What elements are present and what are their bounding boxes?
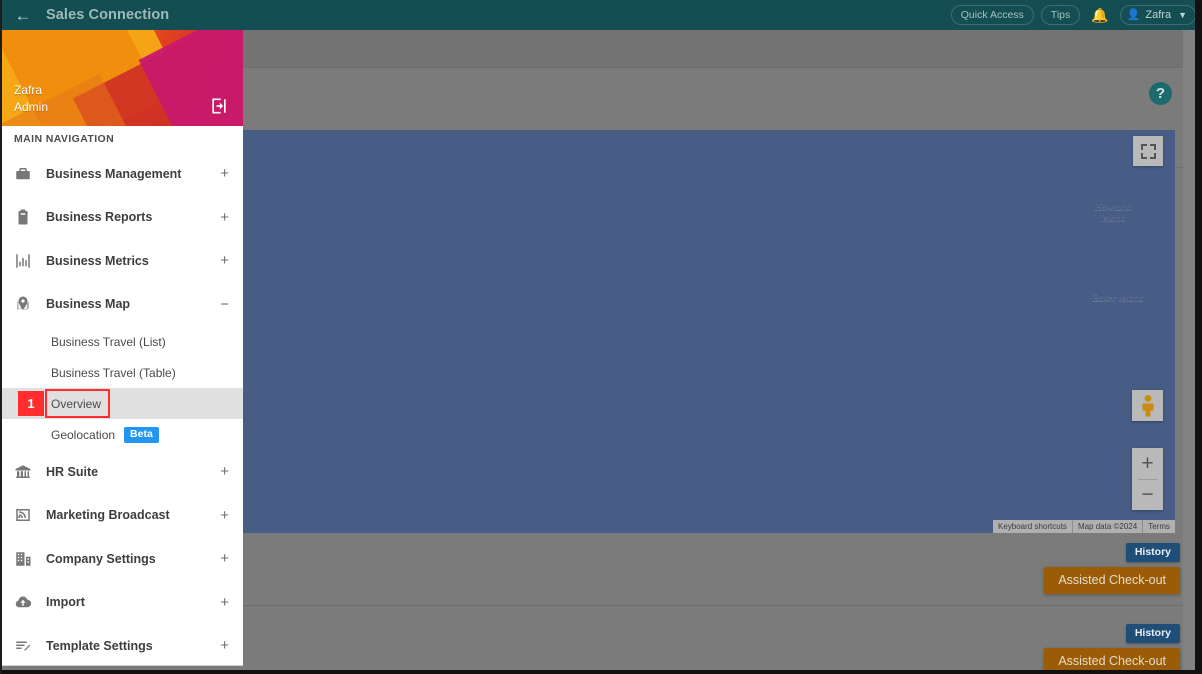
expand-toggle[interactable]: + — [220, 253, 229, 268]
window-frame-left — [0, 0, 2, 674]
sidebar-subitem-business-travel-table[interactable]: Business Travel (Table) — [0, 357, 243, 388]
sidebar-item-label: Business Management — [46, 166, 182, 181]
sidebar-user-info: Zafra Admin — [14, 82, 48, 116]
expand-toggle[interactable]: + — [220, 508, 229, 523]
page-scrollbar[interactable] — [1183, 30, 1195, 674]
map-data-text: Map data ©2024 — [1071, 520, 1142, 533]
sidebar-item-label: Marketing Broadcast — [46, 508, 170, 523]
chevron-down-icon: ▼ — [1178, 9, 1187, 20]
terms-link[interactable]: Terms — [1142, 520, 1175, 533]
collapse-toggle[interactable]: − — [220, 297, 229, 312]
expand-toggle[interactable]: + — [220, 166, 229, 181]
broadcast-icon — [14, 504, 38, 526]
sidebar-profile-header: Zafra Admin — [0, 30, 243, 126]
window-frame-bottom — [0, 670, 1202, 674]
list-edit-icon — [14, 635, 38, 657]
map-label-baker-island: Baker Island — [1092, 293, 1144, 304]
annotation-step-number: 1 — [18, 391, 44, 416]
sidebar-subitem-label: Overview — [51, 396, 102, 411]
sidebar-item-marketing-broadcast[interactable]: Marketing Broadcast + — [0, 493, 243, 537]
map-panel[interactable]: Howland Island Baker Island + − Keyboard… — [243, 130, 1175, 533]
sidebar-subitem-label: Business Travel (List) — [51, 334, 166, 349]
zoom-in-button[interactable]: + — [1132, 448, 1163, 479]
sidebar-item-business-map[interactable]: Business Map − — [0, 282, 243, 326]
logout-glyph — [212, 98, 226, 114]
sidebar-subitem-label: Geolocation — [51, 427, 116, 442]
nav-section-title: MAIN NAVIGATION — [0, 126, 243, 152]
map-pin-icon — [14, 293, 38, 315]
sidebar-item-template-settings[interactable]: Template Settings + — [0, 624, 243, 665]
map-label-howland-island: Howland Island — [1094, 202, 1132, 224]
user-menu-button[interactable]: 👤 Zafra ▼ — [1119, 5, 1196, 25]
sidebar-item-label: HR Suite — [46, 464, 99, 479]
expand-toggle[interactable]: + — [220, 551, 229, 566]
building-icon — [14, 548, 38, 570]
sidebar-drawer: Zafra Admin MAIN NAVIGATION Business Man… — [0, 30, 243, 666]
sidebar-subitem-label: Business Travel (Table) — [51, 365, 176, 380]
record-row-actions-2: History Assisted Check-out — [1044, 623, 1180, 674]
history-button[interactable]: History — [1125, 543, 1180, 562]
divider — [1138, 479, 1157, 480]
expand-toggle[interactable]: + — [220, 638, 229, 653]
map-attribution-bar: Keyboard shortcuts Map data ©2024 Terms — [993, 520, 1175, 533]
app-window: ? Howland Island Baker Island + − Keyboa… — [0, 0, 1202, 674]
help-icon[interactable]: ? — [1149, 82, 1172, 105]
map-zoom-controls[interactable]: + − — [1132, 448, 1163, 510]
sidebar-item-business-management[interactable]: Business Management + — [0, 152, 243, 196]
bell-icon[interactable]: 🔔 — [1087, 7, 1112, 24]
sidebar-item-business-reports[interactable]: Business Reports + — [0, 195, 243, 239]
quick-access-button[interactable]: Quick Access — [950, 5, 1034, 25]
expand-toggle[interactable]: + — [220, 464, 229, 479]
cloud-upload-icon — [14, 591, 38, 613]
sidebar-item-label: Business Map — [46, 297, 131, 312]
sidebar-item-label: Business Metrics — [46, 253, 149, 268]
app-bar-actions: Quick Access Tips 🔔 👤 Zafra ▼ — [950, 0, 1196, 30]
pegman-glyph — [1142, 394, 1153, 416]
history-button[interactable]: History — [1125, 624, 1180, 643]
logout-icon[interactable] — [209, 96, 229, 116]
sidebar-item-import[interactable]: Import + — [0, 580, 243, 624]
sidebar-user-name: Zafra — [14, 83, 43, 97]
clipboard-icon — [14, 206, 38, 228]
fullscreen-icon[interactable] — [1133, 136, 1163, 166]
sidebar-item-company-settings[interactable]: Company Settings + — [0, 537, 243, 581]
user-menu-label: Zafra — [1145, 8, 1172, 21]
app-title: Sales Connection — [46, 7, 170, 23]
zoom-out-button[interactable]: − — [1132, 479, 1163, 510]
bank-icon — [14, 461, 38, 483]
street-view-pegman-icon[interactable] — [1132, 390, 1163, 421]
sidebar-item-hr-suite[interactable]: HR Suite + — [0, 450, 243, 494]
keyboard-shortcuts-link[interactable]: Keyboard shortcuts — [993, 520, 1072, 533]
window-frame-right — [1195, 0, 1202, 674]
sidebar-subitem-geolocation[interactable]: Geolocation Beta — [0, 419, 243, 450]
sidebar-user-role: Admin — [14, 100, 49, 114]
person-icon: 👤 — [1126, 9, 1141, 21]
sidebar-subitem-business-travel-list[interactable]: Business Travel (List) — [0, 326, 243, 357]
beta-badge: Beta — [124, 426, 159, 443]
tips-button[interactable]: Tips — [1040, 5, 1081, 25]
bar-chart-icon — [14, 250, 38, 272]
top-app-bar: ← Sales Connection Quick Access Tips 🔔 👤… — [0, 0, 1202, 30]
fullscreen-glyph — [1140, 143, 1156, 159]
record-row-actions-1: History Assisted Check-out — [1044, 542, 1180, 594]
sidebar-item-business-metrics[interactable]: Business Metrics + — [0, 239, 243, 283]
sidebar-item-label: Business Reports — [46, 210, 153, 225]
sidebar-item-label: Company Settings — [46, 551, 156, 566]
expand-toggle[interactable]: + — [220, 595, 229, 610]
back-arrow-icon[interactable]: ← — [0, 0, 46, 30]
assisted-checkout-button[interactable]: Assisted Check-out — [1044, 567, 1180, 594]
sidebar-item-label: Template Settings — [46, 638, 153, 653]
briefcase-icon — [14, 163, 38, 185]
expand-toggle[interactable]: + — [220, 210, 229, 225]
sidebar-item-label: Import — [46, 595, 85, 610]
